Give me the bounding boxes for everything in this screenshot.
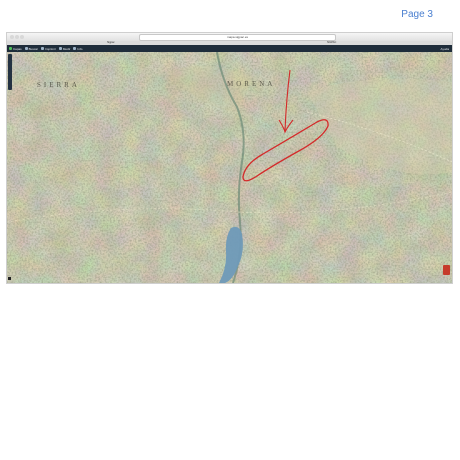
toolbar-item-label: Capas bbox=[13, 46, 22, 51]
toolbar-item-label: Buscar bbox=[28, 46, 39, 51]
page-label: Page 3 bbox=[401, 9, 433, 20]
map-toolbar: Capas Buscar Imprimir Medir Info Ayuda bbox=[7, 45, 452, 52]
toolbar-item-search[interactable]: Buscar bbox=[24, 46, 39, 51]
search-icon bbox=[24, 47, 28, 50]
scale-marker-icon bbox=[8, 277, 11, 280]
screenshot-frame: mapa.sigpac.es Sigpac SIGPAC Capas Busca… bbox=[6, 32, 453, 284]
map-label-sierra: SIERRA bbox=[37, 81, 80, 89]
toolbar-item-info[interactable]: Info bbox=[73, 47, 82, 51]
print-icon bbox=[41, 47, 45, 50]
map-label-morena: MORENA bbox=[227, 80, 276, 88]
toolbar-item-measure[interactable]: Medir bbox=[58, 46, 71, 51]
map-badge-icon[interactable] bbox=[443, 265, 450, 275]
zoom-control[interactable] bbox=[8, 54, 12, 90]
address-bar[interactable]: mapa.sigpac.es bbox=[139, 34, 336, 41]
toolbar-item-label: Info bbox=[77, 46, 83, 51]
toolbar-item-layers[interactable]: Capas bbox=[9, 47, 22, 51]
toolbar-item-label: Medir bbox=[62, 46, 71, 51]
window-zoom-icon[interactable] bbox=[20, 35, 24, 39]
toolbar-item-print[interactable]: Imprimir bbox=[41, 47, 56, 51]
info-icon bbox=[73, 47, 77, 50]
window-minimize-icon[interactable] bbox=[15, 35, 19, 39]
help-link[interactable]: Ayuda bbox=[441, 47, 449, 51]
window-close-icon[interactable] bbox=[10, 35, 14, 39]
measure-icon bbox=[58, 47, 62, 50]
layers-icon bbox=[9, 47, 12, 50]
toolbar-item-label: Imprimir bbox=[45, 46, 56, 51]
